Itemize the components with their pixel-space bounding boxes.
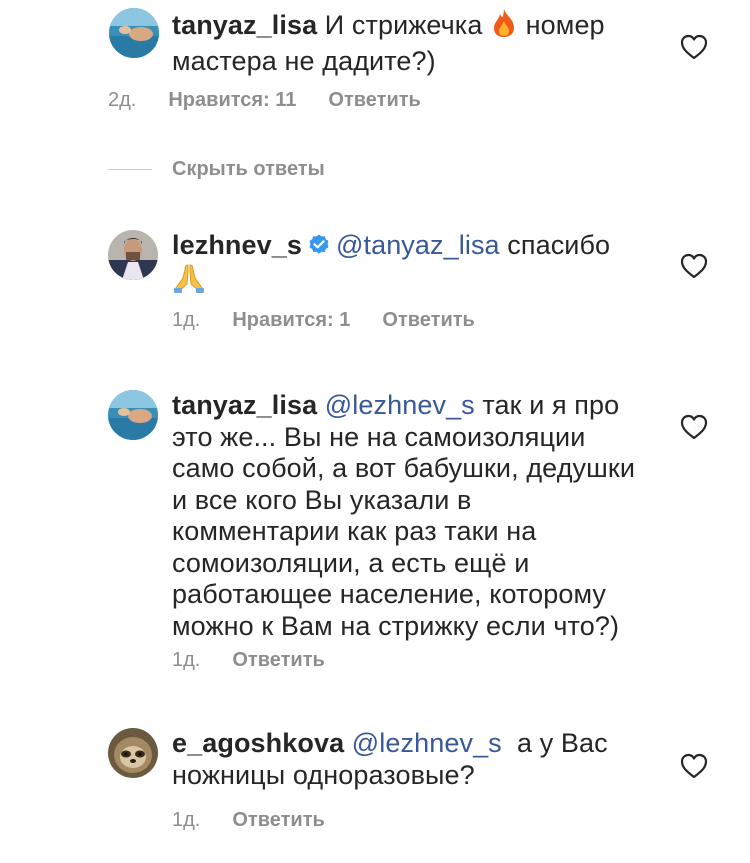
comment-username[interactable]: tanyaz_lisa (172, 10, 317, 40)
reply-button[interactable]: Ответить (328, 89, 420, 112)
comment-timestamp: 1д. (172, 649, 201, 671)
reply-button[interactable]: Ответить (232, 809, 324, 832)
fire-emoji (490, 8, 518, 46)
comment-text: tanyaz_lisa @lezhnev_s так и я про это ж… (172, 390, 636, 641)
mention-link[interactable]: @tanyaz_lisa (336, 230, 500, 260)
avatar[interactable] (108, 230, 158, 280)
comment-meta: 1д. Ответить (172, 809, 325, 832)
comment-timestamp: 1д. (172, 309, 201, 331)
comment-meta: 2д. Нравится: 11 Ответить (108, 89, 421, 112)
avatar[interactable] (109, 8, 159, 58)
comment-meta: 1д. Ответить (172, 649, 325, 672)
hide-replies-button[interactable]: Скрыть ответы (172, 158, 325, 181)
avatar[interactable] (108, 390, 158, 440)
hide-replies-row: Скрыть ответы (108, 158, 325, 181)
comment-meta: 1д. Нравится: 1 Ответить (172, 309, 475, 332)
likes-count[interactable]: Нравится: 11 (168, 89, 296, 112)
comment-text: e_agoshkova @lezhnev_s а у Вас ножницы о… (172, 728, 616, 790)
heart-outline-icon[interactable] (680, 253, 708, 279)
verified-badge-icon (308, 232, 330, 254)
divider (108, 169, 152, 170)
folded-hands-emoji (172, 262, 206, 302)
comment-text: lezhnev_s @tanyaz_lisa спасибо (172, 230, 642, 301)
likes-count[interactable]: Нравится: 1 (232, 309, 350, 332)
comment-timestamp: 2д. (108, 89, 137, 111)
avatar[interactable] (108, 728, 158, 778)
mention-link[interactable]: @lezhnev_s (325, 390, 475, 420)
comment-username[interactable]: tanyaz_lisa (172, 390, 317, 420)
reply-button[interactable]: Ответить (232, 649, 324, 672)
heart-outline-icon[interactable] (680, 753, 708, 779)
heart-outline-icon[interactable] (680, 414, 708, 440)
reply-button[interactable]: Ответить (382, 309, 474, 332)
comment-username[interactable]: e_agoshkova (172, 728, 344, 758)
mention-link[interactable]: @lezhnev_s (352, 728, 502, 758)
comment-text: tanyaz_lisa И стрижечка номер мастера не… (172, 8, 605, 76)
comment-username[interactable]: lezhnev_s (172, 230, 302, 260)
heart-outline-icon[interactable] (680, 34, 708, 60)
comment-timestamp: 1д. (172, 809, 201, 831)
